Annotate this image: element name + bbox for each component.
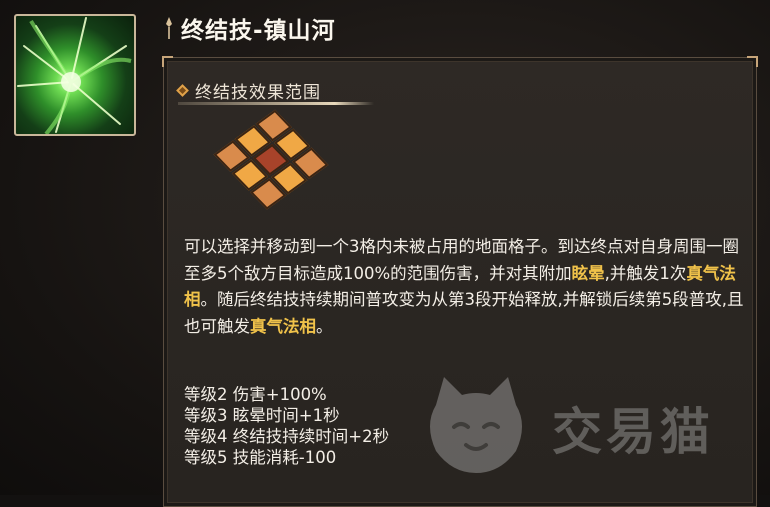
description-text: 。 bbox=[316, 316, 333, 336]
description-text: ,并触发1次 bbox=[604, 263, 687, 283]
panel-corner-ornament bbox=[747, 56, 758, 67]
keyword-true-qi[interactable]: 真气法相 bbox=[250, 317, 316, 336]
skill-icon[interactable] bbox=[14, 14, 136, 136]
panel-corner-ornament bbox=[162, 56, 173, 67]
watermark-text: 交易猫 bbox=[552, 403, 714, 461]
level-upgrade-list: 等级2 伤害+100% 等级3 眩晕时间+1秒 等级4 终结技持续时间+2秒 等… bbox=[184, 384, 389, 468]
effect-range-grid bbox=[213, 107, 335, 212]
level-item: 等级3 眩晕时间+1秒 bbox=[184, 406, 340, 425]
skill-title: 终结技-镇山河 bbox=[181, 18, 336, 44]
range-section-title: 终结技效果范围 bbox=[195, 83, 321, 103]
diamond-bullet-icon bbox=[176, 84, 189, 97]
level-item: 等级2 伤害+100% bbox=[184, 385, 327, 404]
level-item: 等级5 技能消耗-100 bbox=[184, 448, 337, 467]
title-ornament-icon bbox=[166, 17, 172, 39]
skill-description: 可以选择并移动到一个3格内未被占用的地面格子。到达终点对自身周围一圈至多5个敌方… bbox=[184, 234, 744, 340]
section-underline bbox=[178, 102, 374, 105]
lightning-burst-icon bbox=[17, 17, 132, 134]
cat-logo-icon bbox=[430, 377, 522, 473]
skill-title-row: 终结技-镇山河 bbox=[163, 11, 336, 45]
keyword-stun[interactable]: 眩晕 bbox=[572, 264, 605, 283]
level-item: 等级4 终结技持续时间+2秒 bbox=[184, 427, 390, 446]
range-section-header: 终结技效果范围 bbox=[176, 78, 321, 103]
